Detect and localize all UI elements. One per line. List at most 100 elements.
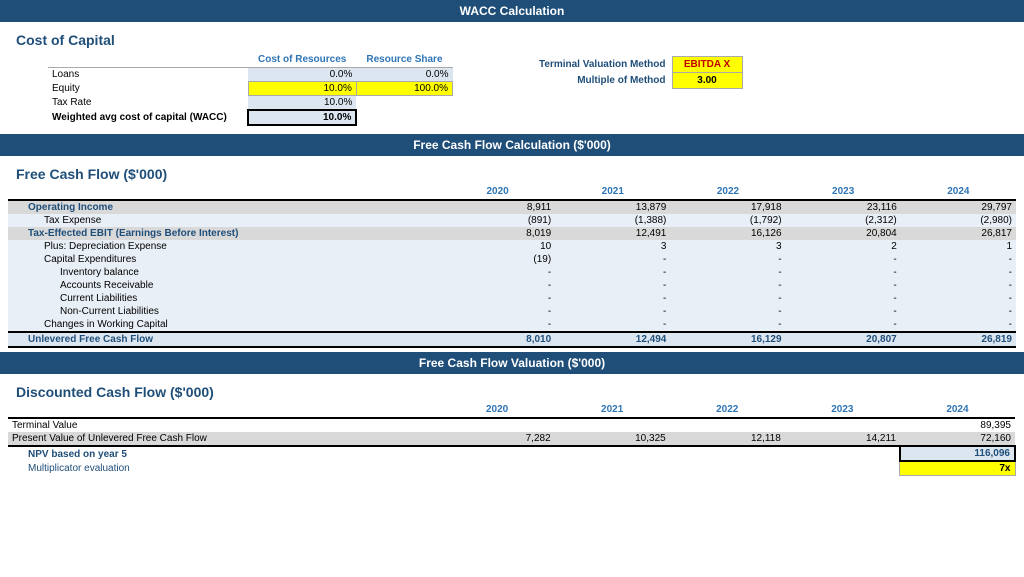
fcf-row-value: (2,312) bbox=[786, 214, 901, 227]
cost-row-col1[interactable]: 10.0% bbox=[248, 82, 356, 96]
dcf-year-header: 2020 bbox=[440, 402, 555, 418]
cost-row-col1[interactable]: 10.0% bbox=[248, 110, 356, 125]
cost-row-col2 bbox=[356, 96, 452, 111]
terminal-table: Terminal Valuation Method EBITDA X Multi… bbox=[533, 56, 743, 89]
fcf-row-value: 10 bbox=[440, 240, 555, 253]
fcf-row-value: 16,129 bbox=[670, 332, 785, 347]
cost-of-capital-section: Cost of Capital Cost of Resources Resour… bbox=[0, 22, 1024, 134]
fcf-row-value: 8,019 bbox=[440, 227, 555, 240]
fcf-row-value: - bbox=[670, 305, 785, 318]
fcf-row-value: - bbox=[670, 266, 785, 279]
terminal-valuation-area: Terminal Valuation Method EBITDA X Multi… bbox=[533, 52, 743, 89]
fcf-row-label: Inventory balance bbox=[8, 266, 440, 279]
dcf-year-header: 2022 bbox=[670, 402, 785, 418]
fcf-row-value: - bbox=[901, 279, 1016, 292]
fcf-row-value: 2 bbox=[786, 240, 901, 253]
fcf-row-label: Capital Expenditures bbox=[8, 253, 440, 266]
fcf-row-value: - bbox=[901, 318, 1016, 332]
fcf-row-value: - bbox=[786, 253, 901, 266]
dcf-label-header bbox=[8, 402, 440, 418]
val-header: Free Cash Flow Valuation ($'000) bbox=[0, 352, 1024, 374]
mult-empty bbox=[440, 461, 555, 476]
fcf-table-row: Tax-Effected EBIT (Earnings Before Inter… bbox=[8, 227, 1016, 240]
fcf-row-label: Operating Income bbox=[8, 200, 440, 214]
mult-empty bbox=[785, 461, 900, 476]
terminal-method-value[interactable]: EBITDA X bbox=[672, 57, 742, 73]
dcf-row-label: Terminal Value bbox=[8, 418, 440, 432]
cost-row-col2[interactable]: 100.0% bbox=[356, 82, 452, 96]
fcf-table-row: Inventory balance----- bbox=[8, 266, 1016, 279]
npv-empty bbox=[555, 446, 670, 461]
fcf-row-value: - bbox=[901, 253, 1016, 266]
fcf-row-value: - bbox=[786, 279, 901, 292]
fcf-section: Free Cash Flow ($'000) 20202021202220232… bbox=[0, 156, 1024, 352]
fcf-row-value: 13,879 bbox=[555, 200, 670, 214]
dcf-row-value: 14,211 bbox=[785, 432, 900, 446]
multiplicator-row: Multiplicator evaluation7x bbox=[8, 461, 1015, 476]
cost-row-col2 bbox=[356, 110, 452, 125]
cost-row-col1: 0.0% bbox=[248, 68, 356, 82]
fcf-year-header: 2021 bbox=[555, 184, 670, 200]
fcf-row-value: - bbox=[440, 305, 555, 318]
fcf-row-value: 1 bbox=[901, 240, 1016, 253]
fcf-row-value: (2,980) bbox=[901, 214, 1016, 227]
multiplicator-value[interactable]: 7x bbox=[900, 461, 1015, 476]
fcf-row-value: 17,918 bbox=[670, 200, 785, 214]
fcf-row-value: - bbox=[440, 279, 555, 292]
fcf-table-row: Non-Current Liabilities----- bbox=[8, 305, 1016, 318]
dcf-row-value bbox=[555, 418, 670, 432]
terminal-multiple-label: Multiple of Method bbox=[533, 73, 672, 89]
dcf-year-header: 2021 bbox=[555, 402, 670, 418]
fcf-row-value: - bbox=[670, 318, 785, 332]
fcf-row-label: Non-Current Liabilities bbox=[8, 305, 440, 318]
fcf-row-value: 8,010 bbox=[440, 332, 555, 347]
cost-row-label: Equity bbox=[48, 82, 248, 96]
fcf-row-value: - bbox=[786, 266, 901, 279]
cost-row-col2: 0.0% bbox=[356, 68, 452, 82]
fcf-row-label: Plus: Depreciation Expense bbox=[8, 240, 440, 253]
fcf-row-value: - bbox=[786, 292, 901, 305]
mult-empty bbox=[555, 461, 670, 476]
fcf-year-header: 2024 bbox=[901, 184, 1016, 200]
fcf-row-value: 3 bbox=[555, 240, 670, 253]
npv-value: 116,096 bbox=[900, 446, 1015, 461]
fcf-row-value: - bbox=[786, 305, 901, 318]
fcf-row-value: - bbox=[555, 266, 670, 279]
dcf-row-value: 12,118 bbox=[670, 432, 785, 446]
fcf-row-value: 26,819 bbox=[901, 332, 1016, 347]
dcf-section: Discounted Cash Flow ($'000) 20202021202… bbox=[0, 374, 1024, 480]
fcf-year-header: 2020 bbox=[440, 184, 555, 200]
fcf-row-label: Tax-Effected EBIT (Earnings Before Inter… bbox=[8, 227, 440, 240]
fcf-row-value: 26,817 bbox=[901, 227, 1016, 240]
wacc-header: WACC Calculation bbox=[0, 0, 1024, 22]
fcf-row-value: 20,807 bbox=[786, 332, 901, 347]
fcf-table-row: Current Liabilities----- bbox=[8, 292, 1016, 305]
fcf-row-value: 12,491 bbox=[555, 227, 670, 240]
dcf-row-value bbox=[785, 418, 900, 432]
fcf-row-label: Changes in Working Capital bbox=[8, 318, 440, 332]
fcf-table-row: Unlevered Free Cash Flow8,01012,49416,12… bbox=[8, 332, 1016, 347]
dcf-title: Discounted Cash Flow ($'000) bbox=[8, 378, 1016, 402]
fcf-row-value: - bbox=[555, 253, 670, 266]
dcf-row-value: 10,325 bbox=[555, 432, 670, 446]
fcf-row-value: (891) bbox=[440, 214, 555, 227]
fcf-year-header: 2022 bbox=[670, 184, 785, 200]
fcf-row-value: 29,797 bbox=[901, 200, 1016, 214]
fcf-header: Free Cash Flow Calculation ($'000) bbox=[0, 134, 1024, 156]
fcf-table-row: Plus: Depreciation Expense103321 bbox=[8, 240, 1016, 253]
dcf-table-row: Terminal Value89,395 bbox=[8, 418, 1015, 432]
fcf-table: 20202021202220232024 Operating Income8,9… bbox=[8, 184, 1016, 348]
fcf-row-label: Current Liabilities bbox=[8, 292, 440, 305]
terminal-method-label: Terminal Valuation Method bbox=[533, 57, 672, 73]
npv-empty bbox=[785, 446, 900, 461]
fcf-row-value: - bbox=[555, 318, 670, 332]
fcf-row-value: - bbox=[670, 253, 785, 266]
fcf-table-row: Tax Expense(891)(1,388)(1,792)(2,312)(2,… bbox=[8, 214, 1016, 227]
dcf-row-value bbox=[440, 418, 555, 432]
fcf-row-value: 16,126 bbox=[670, 227, 785, 240]
dcf-row-value bbox=[670, 418, 785, 432]
terminal-multiple-value[interactable]: 3.00 bbox=[672, 73, 742, 89]
cost-of-capital-title: Cost of Capital bbox=[8, 26, 1016, 50]
fcf-table-row: Accounts Receivable----- bbox=[8, 279, 1016, 292]
col1-header: Cost of Resources bbox=[248, 52, 356, 68]
